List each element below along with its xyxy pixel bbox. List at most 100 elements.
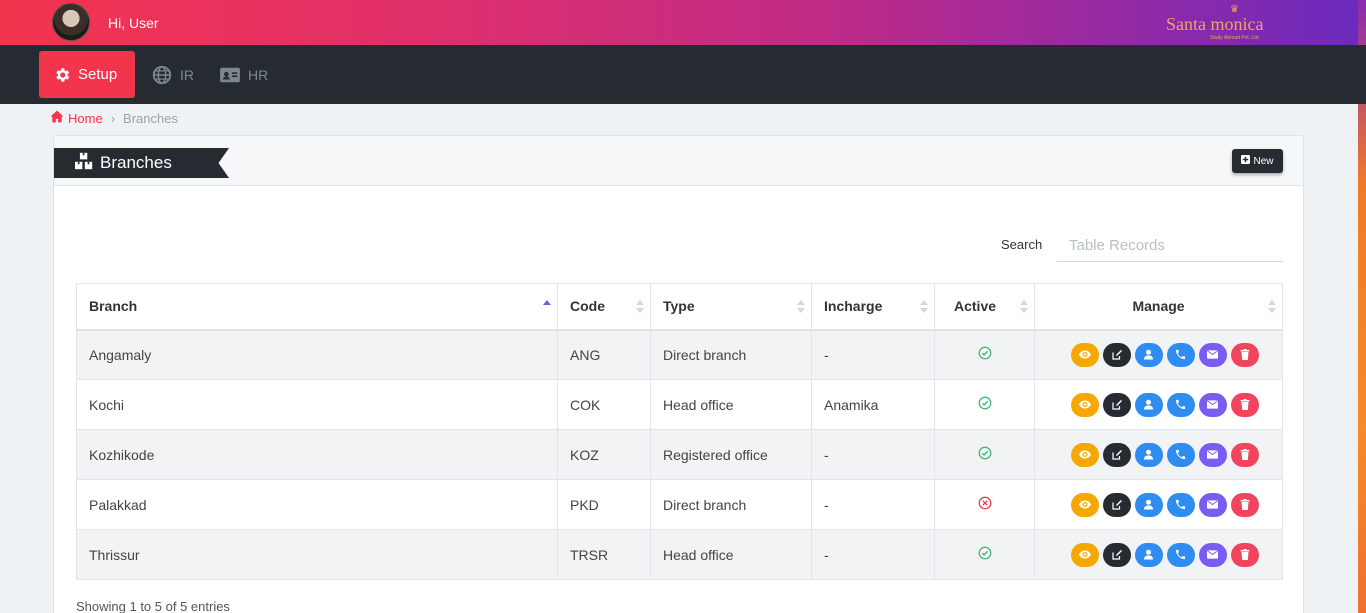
cell-type: Head office xyxy=(650,379,812,430)
column-header-incharge[interactable]: Incharge xyxy=(811,283,935,331)
cell-active xyxy=(934,479,1035,530)
nav-hr[interactable]: HR xyxy=(205,51,282,98)
avatar[interactable] xyxy=(52,3,90,41)
cell-manage xyxy=(1034,479,1283,530)
user-button[interactable] xyxy=(1134,492,1163,517)
cell-type: Head office xyxy=(650,529,812,580)
eye-icon xyxy=(1078,400,1091,409)
column-header-manage[interactable]: Manage xyxy=(1034,283,1283,331)
view-button[interactable] xyxy=(1070,492,1099,517)
cell-active xyxy=(934,329,1035,380)
new-branch-button[interactable]: New xyxy=(1232,149,1283,173)
view-button[interactable] xyxy=(1070,392,1099,417)
brand-logo[interactable]: ♛ Santa monica Study Abroad Pvt. Ltd. xyxy=(1166,4,1290,42)
sort-icon xyxy=(1268,300,1276,314)
branches-card: Branches New Search Branch Code Type Inc… xyxy=(53,135,1304,613)
edit-icon xyxy=(1111,499,1123,511)
phone-icon xyxy=(1175,399,1186,410)
check-circle-icon xyxy=(978,396,992,413)
email-button[interactable] xyxy=(1198,542,1227,567)
search-input[interactable] xyxy=(1057,230,1283,262)
edit-icon xyxy=(1111,549,1123,561)
edit-icon xyxy=(1111,449,1123,461)
trash-icon xyxy=(1240,549,1250,560)
edit-icon xyxy=(1111,399,1123,411)
user-button[interactable] xyxy=(1134,342,1163,367)
email-button[interactable] xyxy=(1198,442,1227,467)
delete-button[interactable] xyxy=(1230,392,1259,417)
call-button[interactable] xyxy=(1166,442,1195,467)
table-row: Angamaly ANG Direct branch - xyxy=(76,329,1283,380)
nav-ir[interactable]: IR xyxy=(137,51,208,98)
column-header-type[interactable]: Type xyxy=(650,283,812,331)
boxes-icon xyxy=(74,152,94,175)
email-button[interactable] xyxy=(1198,392,1227,417)
x-circle-icon xyxy=(978,496,992,513)
column-header-code[interactable]: Code xyxy=(557,283,651,331)
cell-manage xyxy=(1034,529,1283,580)
breadcrumb: Home › Branches xyxy=(50,110,178,126)
delete-button[interactable] xyxy=(1230,492,1259,517)
cell-active xyxy=(934,379,1035,430)
column-label: Type xyxy=(663,298,695,315)
column-label: Active xyxy=(954,298,997,315)
table-info: Showing 1 to 5 of 5 entries xyxy=(76,599,230,613)
view-button[interactable] xyxy=(1070,442,1099,467)
page-title: Branches xyxy=(100,153,172,172)
call-button[interactable] xyxy=(1166,492,1195,517)
user-icon xyxy=(1143,499,1154,510)
gear-icon xyxy=(53,66,71,84)
envelope-icon xyxy=(1207,450,1218,459)
breadcrumb-home[interactable]: Home xyxy=(50,110,103,126)
envelope-icon xyxy=(1207,400,1218,409)
column-header-active[interactable]: Active xyxy=(934,283,1035,331)
edit-button[interactable] xyxy=(1102,442,1131,467)
envelope-icon xyxy=(1207,350,1218,359)
edit-button[interactable] xyxy=(1102,342,1131,367)
cell-incharge: - xyxy=(811,329,935,380)
id-card-icon xyxy=(219,66,241,84)
sort-icon xyxy=(1020,300,1028,314)
branches-table: Branch Code Type Incharge Active Manage … xyxy=(76,283,1283,580)
call-button[interactable] xyxy=(1166,542,1195,567)
email-button[interactable] xyxy=(1198,342,1227,367)
eye-icon xyxy=(1078,350,1091,359)
user-icon xyxy=(1143,549,1154,560)
search-label: Search xyxy=(1001,237,1043,252)
cell-code: TRSR xyxy=(557,529,651,580)
call-button[interactable] xyxy=(1166,392,1195,417)
email-button[interactable] xyxy=(1198,492,1227,517)
edit-button[interactable] xyxy=(1102,492,1131,517)
edit-button[interactable] xyxy=(1102,392,1131,417)
user-icon xyxy=(1143,449,1154,460)
delete-button[interactable] xyxy=(1230,442,1259,467)
cell-manage xyxy=(1034,329,1283,380)
cell-branch: Thrissur xyxy=(76,529,558,580)
main-nav: Setup IR HR xyxy=(0,45,1366,104)
view-button[interactable] xyxy=(1070,542,1099,567)
call-button[interactable] xyxy=(1166,342,1195,367)
edit-button[interactable] xyxy=(1102,542,1131,567)
cell-incharge: - xyxy=(811,529,935,580)
phone-icon xyxy=(1175,499,1186,510)
delete-button[interactable] xyxy=(1230,542,1259,567)
cell-incharge: Anamika xyxy=(811,379,935,430)
column-label: Code xyxy=(570,298,605,315)
user-button[interactable] xyxy=(1134,442,1163,467)
column-header-branch[interactable]: Branch xyxy=(76,283,558,331)
envelope-icon xyxy=(1207,500,1218,509)
breadcrumb-current: Branches xyxy=(123,110,178,126)
top-bar: Hi, User ♛ Santa monica Study Abroad Pvt… xyxy=(0,0,1366,45)
check-circle-icon xyxy=(978,446,992,463)
new-button-label: New xyxy=(1253,155,1274,167)
cell-branch: Palakkad xyxy=(76,479,558,530)
user-button[interactable] xyxy=(1134,542,1163,567)
delete-button[interactable] xyxy=(1230,342,1259,367)
nav-setup-label: Setup xyxy=(78,66,118,83)
cell-code: COK xyxy=(557,379,651,430)
view-button[interactable] xyxy=(1070,342,1099,367)
phone-icon xyxy=(1175,449,1186,460)
table-body: Angamaly ANG Direct branch - Kochi COK Head of… xyxy=(76,329,1283,580)
user-button[interactable] xyxy=(1134,392,1163,417)
nav-setup[interactable]: Setup xyxy=(39,51,135,98)
